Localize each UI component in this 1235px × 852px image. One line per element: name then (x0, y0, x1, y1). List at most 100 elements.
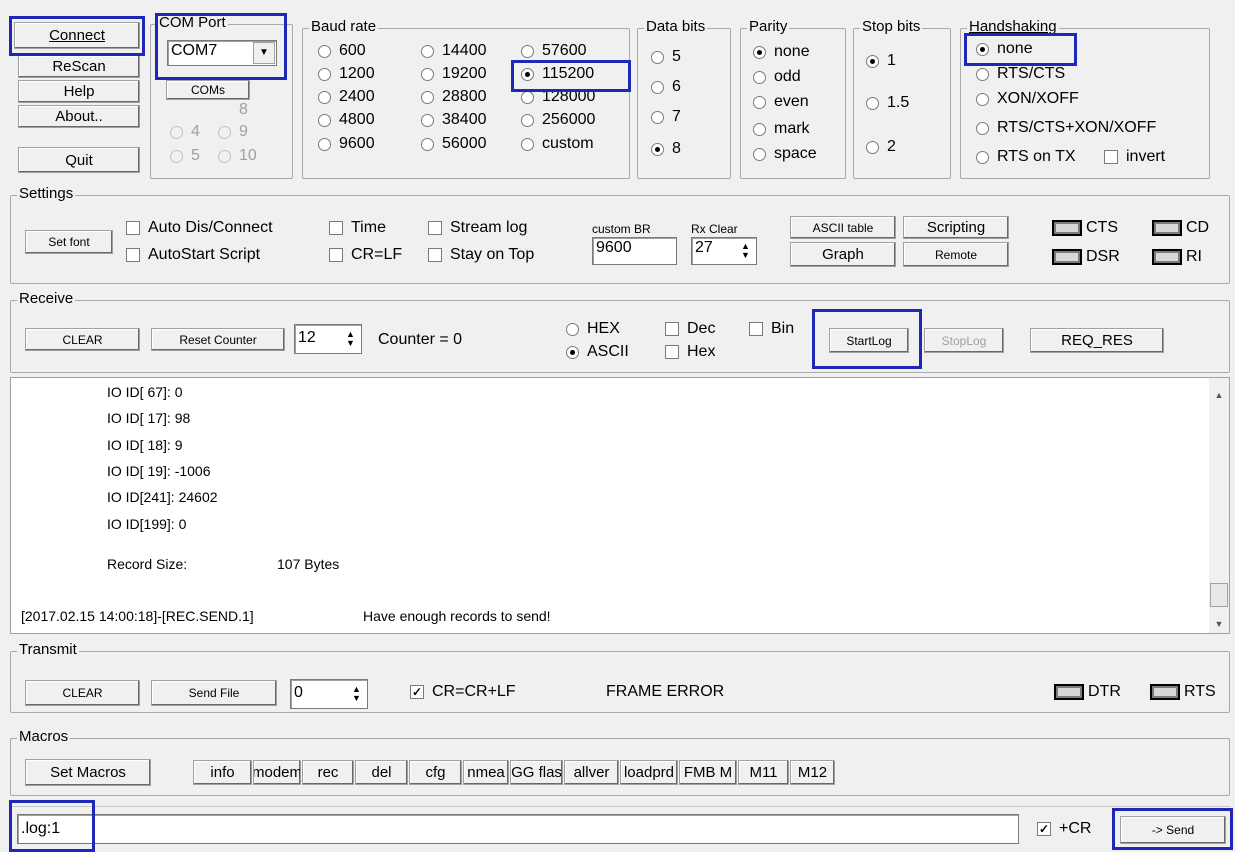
graph-button[interactable]: Graph (790, 242, 896, 267)
handshaking-radio-1[interactable]: RTS/CTS (976, 65, 1065, 83)
cr-lf-checkbox[interactable]: CR=LF (329, 246, 402, 264)
coms-button[interactable]: COMs (166, 80, 250, 100)
stop-bits-radio-2[interactable]: 2 (866, 138, 896, 156)
req-res-button[interactable]: REQ_RES (1030, 328, 1164, 353)
spinner-arrows-icon[interactable]: ▲ ▼ (737, 240, 754, 262)
baud-radio-28800[interactable]: 28800 (421, 88, 487, 106)
send-file-button[interactable]: Send File (151, 680, 277, 706)
macro-button-8[interactable]: allver (564, 760, 619, 785)
com-radio-8[interactable]: 8 (239, 101, 248, 119)
baud-radio-2400[interactable]: 2400 (318, 88, 375, 106)
terminal-scrollbar[interactable]: ▲ ▼ (1209, 378, 1229, 633)
parity-radio-mark[interactable]: mark (753, 120, 810, 138)
rescan-button[interactable]: ReScan (18, 55, 140, 78)
autostart-script-checkbox[interactable]: AutoStart Script (126, 246, 260, 264)
macro-button-10[interactable]: FMB M (679, 760, 737, 785)
scripting-button[interactable]: Scripting (903, 216, 1009, 239)
scroll-down-icon[interactable]: ▼ (1209, 615, 1229, 633)
baud-radio-115200[interactable]: 115200 (521, 65, 594, 83)
scroll-thumb[interactable] (1210, 583, 1228, 607)
handshaking-radio-2[interactable]: XON/XOFF (976, 90, 1079, 108)
baud-radio-1200[interactable]: 1200 (318, 65, 375, 83)
start-log-button[interactable]: StartLog (829, 328, 909, 353)
counter-spinner[interactable]: 12 ▲ ▼ (294, 324, 362, 354)
cr-crlf-checkbox[interactable]: ✓ CR=CR+LF (410, 683, 516, 701)
baud-radio-56000[interactable]: 56000 (421, 135, 487, 153)
stop-bits-radio-1[interactable]: 1 (866, 52, 896, 70)
baud-radio-57600[interactable]: 57600 (521, 42, 587, 60)
baud-radio-256000[interactable]: 256000 (521, 111, 595, 129)
connect-button[interactable]: Connect (14, 22, 140, 49)
custom-br-input[interactable]: 9600 (592, 237, 677, 265)
macro-button-4[interactable]: del (355, 760, 408, 785)
com-radio-9[interactable]: 9 (218, 123, 248, 141)
parity-radio-none[interactable]: none (753, 43, 810, 61)
rx-clear-spinner[interactable]: 27 ▲ ▼ (691, 237, 757, 265)
baud-radio-9600[interactable]: 9600 (318, 135, 375, 153)
com-port-select[interactable]: COM7 ▼ (167, 40, 277, 66)
set-font-label: Set font (48, 235, 90, 249)
baud-radio-38400[interactable]: 38400 (421, 111, 487, 129)
macro-button-1[interactable]: info (193, 760, 252, 785)
stop-bits-radio-1.5[interactable]: 1.5 (866, 94, 909, 112)
chevron-down-icon[interactable]: ▼ (253, 42, 275, 64)
baud-radio-14400[interactable]: 14400 (421, 42, 487, 60)
macro-button-7[interactable]: GG flas (510, 760, 563, 785)
data-bits-radio-5[interactable]: 5 (651, 48, 681, 66)
macro-button-11[interactable]: M11 (738, 760, 789, 785)
hex-checkbox[interactable]: Hex (665, 343, 715, 361)
baud-radio-custom[interactable]: custom (521, 135, 594, 153)
handshaking-radio-2-label: XON/XOFF (997, 90, 1079, 107)
com-radio-5[interactable]: 5 (170, 147, 200, 165)
remote-button[interactable]: Remote (903, 242, 1009, 267)
parity-radio-odd[interactable]: odd (753, 68, 801, 86)
ascii-table-button[interactable]: ASCII table (790, 216, 896, 239)
macro-button-3[interactable]: rec (302, 760, 354, 785)
parity-radio-even[interactable]: even (753, 93, 809, 111)
stop-log-button[interactable]: StopLog (924, 328, 1004, 353)
macro-button-5[interactable]: cfg (409, 760, 462, 785)
macro-button-9[interactable]: loadprd (620, 760, 678, 785)
spinner-arrows-icon[interactable]: ▲ ▼ (348, 682, 365, 706)
send-input[interactable]: .log:1 (17, 814, 1019, 844)
transmit-clear-button[interactable]: CLEAR (25, 680, 140, 706)
invert-checkbox[interactable]: invert (1104, 148, 1165, 166)
time-checkbox[interactable]: Time (329, 219, 386, 237)
com-radio-4[interactable]: 4 (170, 123, 200, 141)
data-bits-radio-6[interactable]: 6 (651, 78, 681, 96)
bin-checkbox[interactable]: Bin (749, 320, 794, 338)
data-bits-radio-7[interactable]: 7 (651, 108, 681, 126)
stay-on-top-checkbox[interactable]: Stay on Top (428, 246, 534, 264)
auto-dis-connect-checkbox[interactable]: Auto Dis/Connect (126, 219, 273, 237)
handshaking-radio-0[interactable]: none (976, 40, 1033, 58)
stream-log-checkbox[interactable]: Stream log (428, 219, 527, 237)
baud-radio-600[interactable]: 600 (318, 42, 366, 60)
hex-radio[interactable]: HEX (566, 320, 620, 338)
data-bits-radio-8[interactable]: 8 (651, 140, 681, 158)
parity-radio-space[interactable]: space (753, 145, 817, 163)
receive-terminal[interactable]: IO ID[ 67]: 0 IO ID[ 17]: 98 IO ID[ 18]: 9… (10, 377, 1230, 634)
spinner-arrows-icon[interactable]: ▲ ▼ (342, 327, 359, 351)
macro-button-2[interactable]: modem (253, 760, 301, 785)
set-macros-button[interactable]: Set Macros (25, 759, 151, 786)
help-button[interactable]: Help (18, 80, 140, 103)
com-radio-10[interactable]: 10 (218, 147, 257, 165)
transmit-spinner[interactable]: 0 ▲ ▼ (290, 679, 368, 709)
dec-checkbox[interactable]: Dec (665, 320, 715, 338)
baud-radio-19200[interactable]: 19200 (421, 65, 487, 83)
ascii-radio[interactable]: ASCII (566, 343, 629, 361)
set-font-button[interactable]: Set font (25, 230, 113, 254)
receive-clear-button[interactable]: CLEAR (25, 328, 140, 351)
quit-button[interactable]: Quit (18, 147, 140, 173)
scroll-up-icon[interactable]: ▲ (1209, 386, 1229, 404)
baud-radio-128000[interactable]: 128000 (521, 88, 595, 106)
handshaking-radio-3[interactable]: RTS/CTS+XON/XOFF (976, 119, 1156, 137)
baud-radio-4800[interactable]: 4800 (318, 111, 375, 129)
send-button[interactable]: -> Send (1120, 816, 1226, 844)
about-button[interactable]: About.. (18, 105, 140, 128)
handshaking-radio-4[interactable]: RTS on TX (976, 148, 1076, 166)
macro-button-6[interactable]: nmea (463, 760, 509, 785)
macro-button-12[interactable]: M12 (790, 760, 835, 785)
reset-counter-button[interactable]: Reset Counter (151, 328, 285, 351)
plus-cr-checkbox[interactable]: ✓ +CR (1037, 820, 1091, 838)
